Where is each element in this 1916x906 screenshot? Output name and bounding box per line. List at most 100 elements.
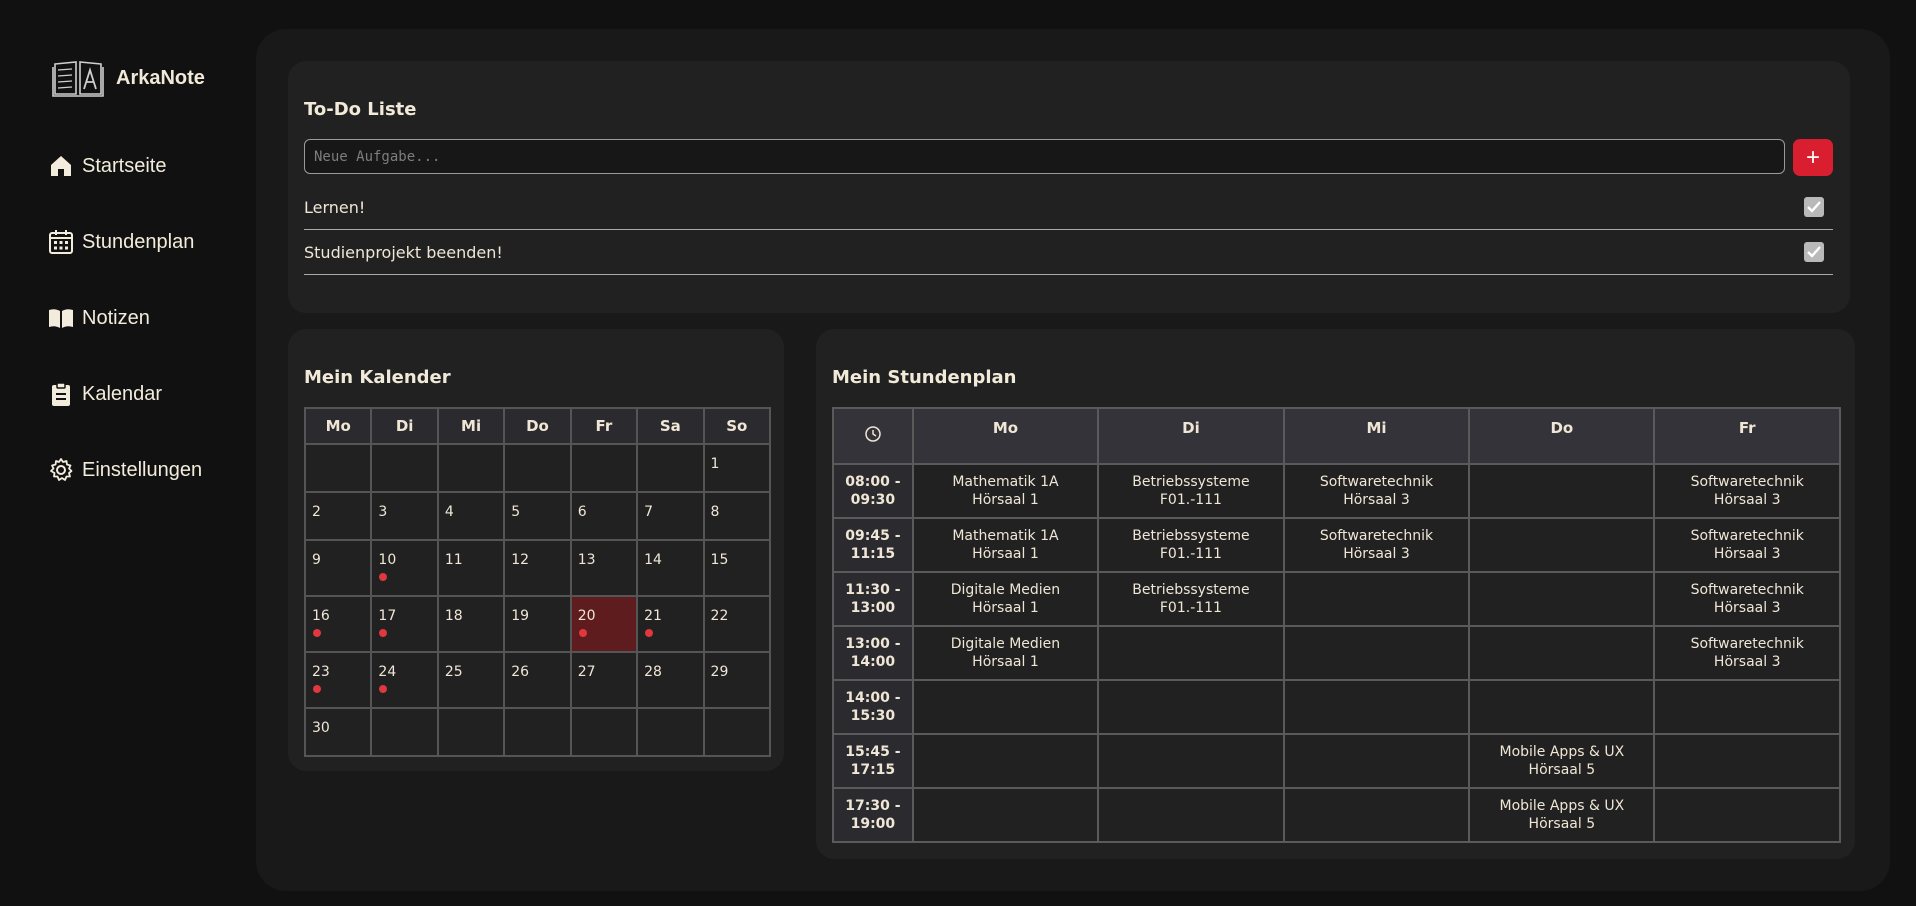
lecture-cell[interactable]: Digitale Medien Hörsaal 1 bbox=[911, 625, 1100, 681]
calendar-day-number: 15 bbox=[710, 552, 729, 568]
sidebar-item-startseite[interactable]: Startseite bbox=[48, 153, 166, 179]
empty-slot bbox=[1653, 679, 1841, 735]
brand[interactable]: ArkaNote bbox=[52, 58, 205, 98]
calendar-day[interactable]: 8 bbox=[702, 491, 772, 541]
calendar-day[interactable]: 20 bbox=[569, 595, 639, 653]
sidebar-item-einstellungen[interactable]: Einstellungen bbox=[48, 457, 202, 483]
calendar-empty-cell bbox=[436, 707, 506, 757]
time-slot: 08:00 - 09:30 bbox=[832, 463, 914, 519]
weekday-header: Mi bbox=[436, 407, 506, 445]
lecture-room: Hörsaal 5 bbox=[1528, 816, 1596, 832]
day-column-header: Mo bbox=[911, 407, 1100, 465]
lecture-cell[interactable]: Betriebssysteme F01.-111 bbox=[1097, 571, 1285, 627]
calendar-day-number: 12 bbox=[511, 552, 530, 568]
calendar-day[interactable]: 23 bbox=[303, 651, 373, 709]
calendar-day[interactable]: 9 bbox=[303, 539, 373, 597]
lecture-cell[interactable]: Softwaretechnik Hörsaal 3 bbox=[1653, 463, 1841, 519]
sidebar-item-label: Kalendar bbox=[82, 382, 163, 405]
calendar-day[interactable]: 12 bbox=[503, 539, 572, 597]
calendar-day[interactable]: 2 bbox=[303, 491, 373, 541]
calendar-day[interactable]: 3 bbox=[370, 491, 439, 541]
calendar-card: Mein Kalender Mo Di Mi Do Fr Sa So 1 2 3 4 5 6 7 8 9 10… bbox=[288, 329, 784, 771]
calendar-day[interactable]: 15 bbox=[702, 539, 772, 597]
calendar-empty-cell bbox=[370, 443, 439, 493]
day-column-header: Di bbox=[1097, 407, 1285, 465]
calendar-grid-icon bbox=[49, 230, 73, 254]
sidebar-item-stundenplan[interactable]: Stundenplan bbox=[48, 229, 194, 255]
empty-slot bbox=[911, 733, 1100, 789]
calendar-day-number: 5 bbox=[511, 504, 521, 520]
lecture-name: Digitale Medien bbox=[950, 582, 1061, 598]
weekday-header: Mo bbox=[303, 407, 373, 445]
calendar-day[interactable]: 4 bbox=[436, 491, 506, 541]
lecture-cell[interactable]: Softwaretechnik Hörsaal 3 bbox=[1653, 517, 1841, 573]
calendar-day[interactable]: 29 bbox=[702, 651, 772, 709]
calendar-day[interactable]: 17 bbox=[370, 595, 439, 653]
empty-slot bbox=[1653, 733, 1841, 789]
calendar-day[interactable]: 24 bbox=[370, 651, 439, 709]
lecture-cell[interactable]: Betriebssysteme F01.-111 bbox=[1097, 517, 1285, 573]
lecture-room: Hörsaal 1 bbox=[972, 654, 1039, 670]
lecture-name: Softwaretechnik bbox=[1690, 474, 1804, 490]
calendar-day[interactable]: 30 bbox=[303, 707, 373, 757]
calendar-day[interactable]: 7 bbox=[636, 491, 705, 541]
todo-checkbox[interactable] bbox=[1804, 242, 1824, 262]
time-slot-line: 09:45 - bbox=[845, 528, 901, 544]
time-slot: 14:00 - 15:30 bbox=[832, 679, 914, 735]
add-task-button[interactable]: + bbox=[1793, 139, 1833, 176]
lecture-cell[interactable]: Mobile Apps & UX Hörsaal 5 bbox=[1468, 733, 1656, 789]
book-open-icon bbox=[49, 309, 73, 328]
empty-slot bbox=[1282, 733, 1471, 789]
lecture-cell[interactable]: Betriebssysteme F01.-111 bbox=[1097, 463, 1285, 519]
calendar-day[interactable]: 14 bbox=[636, 539, 705, 597]
lecture-cell[interactable]: Mobile Apps & UX Hörsaal 5 bbox=[1468, 787, 1656, 843]
time-slot-line: 17:15 bbox=[850, 762, 896, 778]
sidebar: ArkaNote Startseite Stundenplan Notizen bbox=[0, 0, 256, 906]
calendar-day[interactable]: 18 bbox=[436, 595, 506, 653]
calendar-day[interactable]: 28 bbox=[636, 651, 705, 709]
calendar-day[interactable]: 19 bbox=[503, 595, 572, 653]
timetable-row: 09:45 - 11:15 Mathematik 1A Hörsaal 1 Betrie… bbox=[832, 517, 1841, 573]
lecture-room: Hörsaal 3 bbox=[1713, 492, 1781, 508]
time-slot-line: 15:30 bbox=[850, 708, 896, 724]
calendar-day-number: 3 bbox=[378, 504, 388, 520]
calendar-day-number: 14 bbox=[644, 552, 662, 568]
lecture-cell[interactable]: Digitale Medien Hörsaal 1 bbox=[911, 571, 1100, 627]
calendar-day-number: 21 bbox=[644, 608, 662, 624]
new-task-input[interactable] bbox=[304, 139, 1785, 174]
lecture-room: Hörsaal 3 bbox=[1713, 546, 1781, 562]
checkmark-icon bbox=[1807, 246, 1821, 258]
lecture-cell[interactable]: Softwaretechnik Hörsaal 3 bbox=[1282, 517, 1471, 573]
todo-checkbox[interactable] bbox=[1804, 197, 1824, 217]
calendar-day[interactable]: 21 bbox=[636, 595, 705, 653]
calendar-day-number: 28 bbox=[644, 664, 662, 680]
calendar-day[interactable]: 16 bbox=[303, 595, 373, 653]
calendar-day[interactable]: 10 bbox=[370, 539, 439, 597]
lecture-name: Betriebssysteme bbox=[1132, 582, 1250, 598]
calendar-day-number: 20 bbox=[577, 608, 596, 624]
lecture-cell[interactable]: Mathematik 1A Hörsaal 1 bbox=[911, 517, 1100, 573]
calendar-day[interactable]: 6 bbox=[569, 491, 639, 541]
sidebar-item-kalendar[interactable]: Kalendar bbox=[48, 381, 162, 407]
calendar-day[interactable]: 13 bbox=[569, 539, 639, 597]
time-slot-line: 17:30 - bbox=[845, 798, 901, 814]
lecture-cell[interactable]: Softwaretechnik Hörsaal 3 bbox=[1653, 625, 1841, 681]
calendar-day[interactable]: 25 bbox=[436, 651, 506, 709]
time-slot-line: 14:00 - bbox=[845, 690, 901, 706]
timetable-title: Mein Stundenplan bbox=[832, 367, 1017, 388]
calendar-day[interactable]: 1 bbox=[702, 443, 772, 493]
calendar-day[interactable]: 22 bbox=[702, 595, 772, 653]
calendar-day[interactable]: 26 bbox=[503, 651, 572, 709]
calendar-day[interactable]: 27 bbox=[569, 651, 639, 709]
lecture-name: Softwaretechnik bbox=[1319, 474, 1434, 490]
lecture-cell[interactable]: Mathematik 1A Hörsaal 1 bbox=[911, 463, 1100, 519]
event-dot bbox=[313, 629, 321, 637]
todo-item: Studienprojekt beenden! bbox=[304, 230, 1833, 275]
calendar-empty-cell bbox=[503, 707, 572, 757]
lecture-cell[interactable]: Softwaretechnik Hörsaal 3 bbox=[1282, 463, 1471, 519]
calendar-day[interactable]: 5 bbox=[503, 491, 572, 541]
time-slot: 11:30 - 13:00 bbox=[832, 571, 914, 627]
calendar-day[interactable]: 11 bbox=[436, 539, 506, 597]
sidebar-item-notizen[interactable]: Notizen bbox=[48, 305, 150, 331]
lecture-cell[interactable]: Softwaretechnik Hörsaal 3 bbox=[1653, 571, 1841, 627]
